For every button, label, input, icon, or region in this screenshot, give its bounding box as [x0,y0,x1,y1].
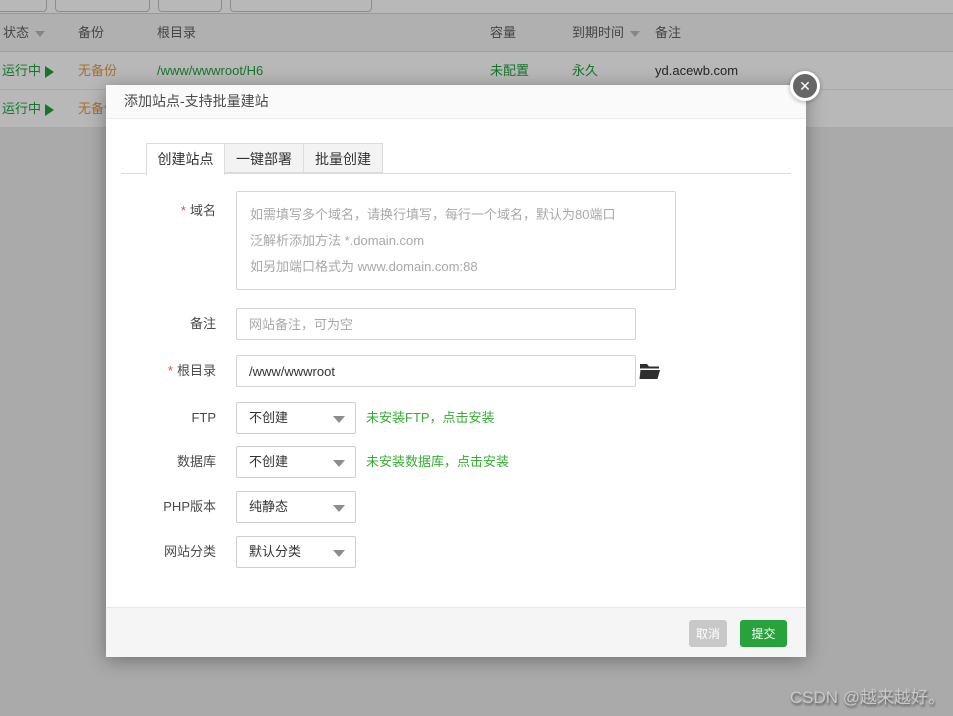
submit-button[interactable]: 提交 [740,620,787,647]
ftp-select[interactable]: 不创建 [236,402,356,434]
csdn-watermark: CSDN @越来越好。 [789,688,945,707]
chevron-down-icon [333,550,345,557]
chevron-down-icon [333,460,345,467]
modal-title: 添加站点-支持批量建站 [106,85,806,119]
tabbar: 创建站点 一键部署 批量创建 [146,143,383,175]
chevron-down-icon [333,505,345,512]
domain-input[interactable] [236,191,676,290]
close-icon[interactable]: ✕ [790,71,820,101]
modal-footer: 取消 提交 [106,607,806,657]
tab-create-site[interactable]: 创建站点 [146,143,225,175]
php-version-label: PHP版本 [163,499,216,514]
folder-icon[interactable] [639,361,661,381]
database-label: 数据库 [176,454,216,469]
root-label: * 根目录 [167,363,216,378]
php-version-select[interactable]: 纯静态 [236,491,356,523]
site-category-select[interactable]: 默认分类 [236,536,356,568]
required-mark: * [180,203,186,218]
install-ftp-link[interactable]: 未安装FTP，点击安装 [366,402,495,434]
site-category-label: 网站分类 [163,544,216,559]
page: 状态 备份 根目录 容量 到期时间 备注 运行中 无备份 /www/wwwroo… [0,0,953,716]
root-path-input[interactable] [236,355,636,387]
cancel-button[interactable]: 取消 [689,620,727,647]
domain-label: * 域名 [180,203,216,218]
note-label: 备注 [189,316,216,331]
database-select[interactable]: 不创建 [236,446,356,478]
required-mark: * [167,363,173,378]
add-site-modal: ✕ 添加站点-支持批量建站 创建站点 一键部署 批量创建 *域名 备注 *根目录 [106,71,820,657]
tab-batch-create[interactable]: 批量创建 [304,143,383,173]
install-database-link[interactable]: 未安装数据库，点击安装 [366,446,509,478]
ftp-label: FTP [191,410,216,425]
note-input[interactable] [236,308,636,340]
chevron-down-icon [333,416,345,423]
tab-one-click-deploy[interactable]: 一键部署 [225,143,304,173]
